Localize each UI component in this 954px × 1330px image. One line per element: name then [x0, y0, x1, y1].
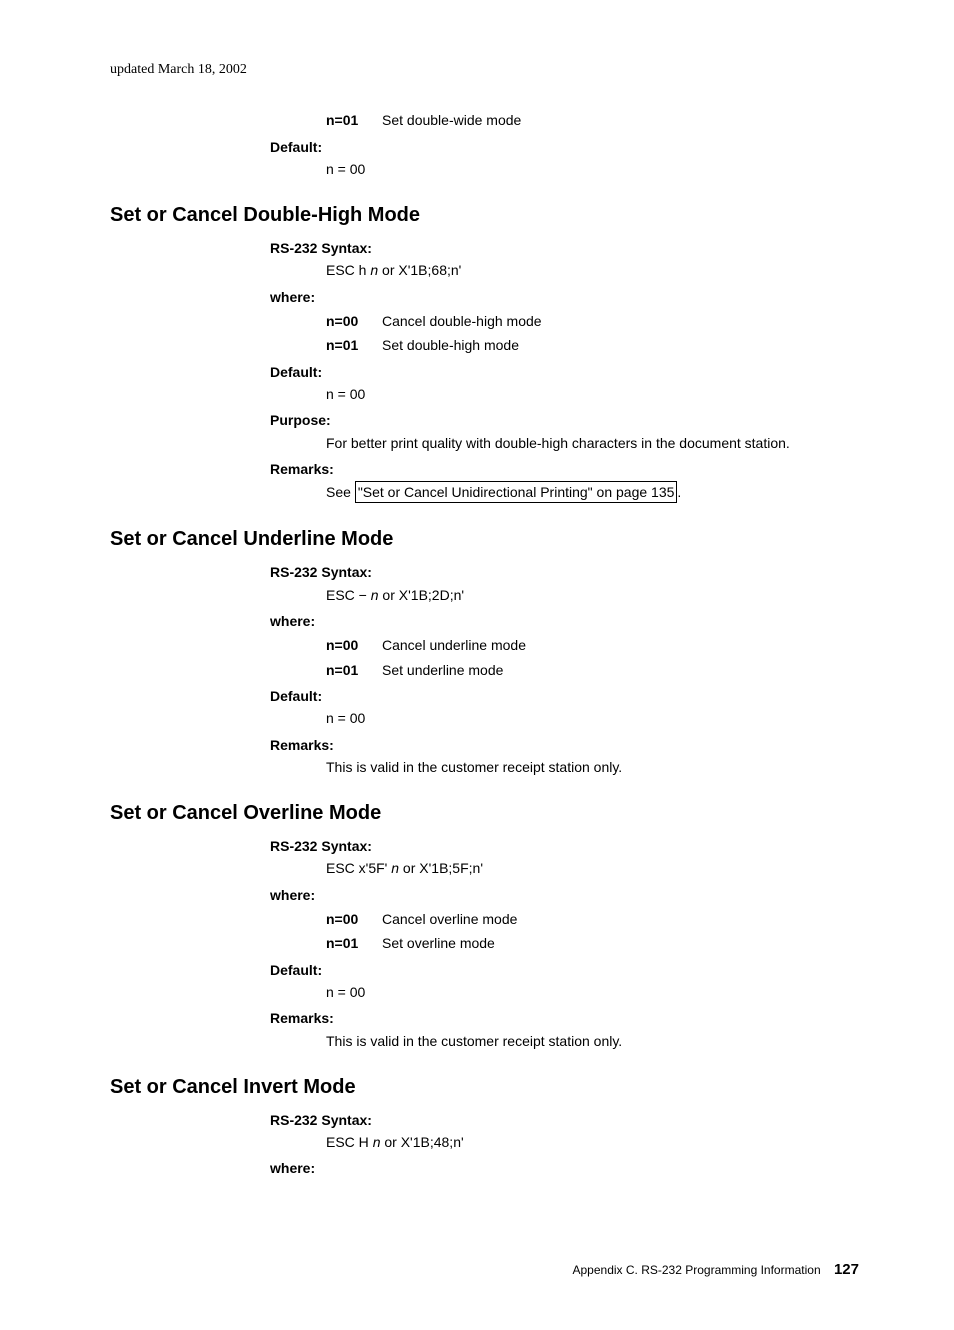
- dh-syntax-label: RS-232 Syntax:: [270, 238, 859, 258]
- desc: Set underline mode: [382, 660, 859, 680]
- ul-remarks-label: Remarks:: [270, 735, 859, 755]
- syntax-ital: n: [391, 860, 399, 876]
- dh-remarks-body: See "Set or Cancel Unidirectional Printi…: [326, 481, 859, 503]
- top-n01-row: n=01 Set double-wide mode: [326, 110, 859, 130]
- inv-syntax-label: RS-232 Syntax:: [270, 1110, 859, 1130]
- ul-syntax-body: ESC − n or X'1B;2D;n': [326, 585, 859, 605]
- dh-purpose-text: For better print quality with double-hig…: [326, 433, 859, 453]
- ul-n00-row: n=00 Cancel underline mode: [326, 635, 859, 655]
- ul-where-label: where:: [270, 611, 859, 631]
- page-number: 127: [834, 1261, 859, 1278]
- cross-ref-link[interactable]: "Set or Cancel Unidirectional Printing" …: [355, 481, 678, 503]
- syntax-ital: n: [371, 587, 379, 603]
- heading-invert: Set or Cancel Invert Mode: [110, 1073, 859, 1102]
- dh-n00-row: n=00 Cancel double-high mode: [326, 311, 859, 331]
- term: n=01: [326, 335, 382, 355]
- heading-overline: Set or Cancel Overline Mode: [110, 799, 859, 828]
- ol-syntax-body: ESC x'5F' n or X'1B;5F;n': [326, 858, 859, 878]
- syntax-post: or X'1B;68;n': [378, 262, 461, 278]
- ol-remarks-text: This is valid in the customer receipt st…: [326, 1031, 859, 1051]
- heading-underline: Set or Cancel Underline Mode: [110, 525, 859, 554]
- syntax-post: or X'1B;48;n': [380, 1134, 463, 1150]
- ol-default-label: Default:: [270, 960, 859, 980]
- ol-n01-row: n=01 Set overline mode: [326, 933, 859, 953]
- term: n=00: [326, 311, 382, 331]
- ol-remarks-label: Remarks:: [270, 1008, 859, 1028]
- dh-default-val: n = 00: [326, 384, 859, 404]
- term: n=00: [326, 909, 382, 929]
- remarks-pre: See: [326, 484, 355, 500]
- dh-purpose-label: Purpose:: [270, 410, 859, 430]
- inv-where-label: where:: [270, 1158, 859, 1178]
- desc: Cancel double-high mode: [382, 311, 859, 331]
- inv-syntax-body: ESC H n or X'1B;48;n': [326, 1132, 859, 1152]
- dh-remarks-label: Remarks:: [270, 459, 859, 479]
- syntax-pre: ESC x'5F': [326, 860, 391, 876]
- ul-remarks-text: This is valid in the customer receipt st…: [326, 757, 859, 777]
- term: n=00: [326, 635, 382, 655]
- desc: Cancel underline mode: [382, 635, 859, 655]
- updated-line: updated March 18, 2002: [110, 60, 859, 80]
- top-default-val: n = 00: [326, 159, 859, 179]
- dh-default-label: Default:: [270, 362, 859, 382]
- ol-default-val: n = 00: [326, 982, 859, 1002]
- ol-where-label: where:: [270, 885, 859, 905]
- term: n=01: [326, 660, 382, 680]
- ul-n01-row: n=01 Set underline mode: [326, 660, 859, 680]
- dh-syntax-body: ESC h n or X'1B;68;n': [326, 260, 859, 280]
- page-footer: Appendix C. RS-232 Programming Informati…: [110, 1259, 859, 1281]
- syntax-post: or X'1B;5F;n': [399, 860, 483, 876]
- desc: Set double-wide mode: [382, 110, 859, 130]
- top-default-label: Default:: [270, 137, 859, 157]
- syntax-pre: ESC h: [326, 262, 370, 278]
- term: n=01: [326, 933, 382, 953]
- dh-n01-row: n=01 Set double-high mode: [326, 335, 859, 355]
- remarks-post: .: [677, 484, 681, 500]
- syntax-pre: ESC −: [326, 587, 371, 603]
- ol-n00-row: n=00 Cancel overline mode: [326, 909, 859, 929]
- heading-double-high: Set or Cancel Double-High Mode: [110, 201, 859, 230]
- desc: Set overline mode: [382, 933, 859, 953]
- term: n=01: [326, 110, 382, 130]
- ul-default-label: Default:: [270, 686, 859, 706]
- syntax-pre: ESC H: [326, 1134, 373, 1150]
- ul-default-val: n = 00: [326, 708, 859, 728]
- dh-where-label: where:: [270, 287, 859, 307]
- desc: Cancel overline mode: [382, 909, 859, 929]
- desc: Set double-high mode: [382, 335, 859, 355]
- ol-syntax-label: RS-232 Syntax:: [270, 836, 859, 856]
- ul-syntax-label: RS-232 Syntax:: [270, 562, 859, 582]
- syntax-ital: n: [370, 262, 378, 278]
- footer-text: Appendix C. RS-232 Programming Informati…: [573, 1263, 821, 1277]
- syntax-post: or X'1B;2D;n': [379, 587, 465, 603]
